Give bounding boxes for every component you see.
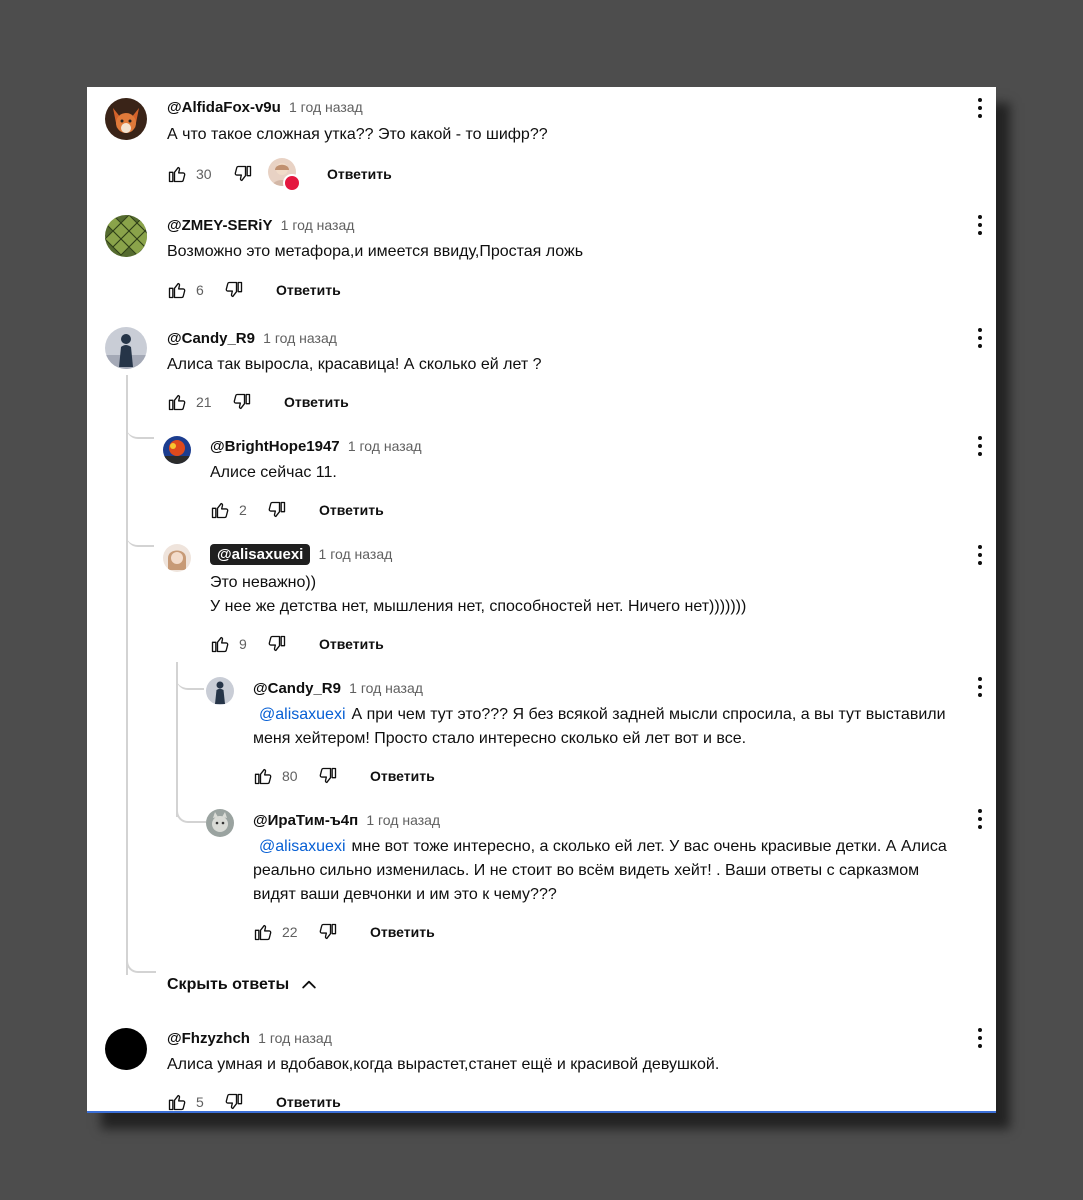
comment-text: @alisaxuexi А при чем тут это??? Я без вс… (259, 706, 946, 723)
comment-time[interactable]: 1 год назад (281, 217, 355, 233)
mention-link[interactable]: @alisaxuexi (259, 706, 346, 723)
comment-text: А что такое сложная утка?? Это какой - т… (167, 126, 548, 143)
like-count: 9 (239, 636, 247, 652)
black-circle-avatar[interactable] (105, 1028, 147, 1070)
dislike-icon[interactable] (232, 392, 252, 412)
channel-owner-author[interactable]: @alisaxuexi (210, 544, 311, 565)
comment-time[interactable]: 1 год назад (366, 812, 440, 828)
cat-avatar[interactable] (206, 809, 234, 837)
fox-avatar[interactable] (105, 98, 147, 140)
dislike-icon[interactable] (267, 634, 287, 654)
mention-link[interactable]: @alisaxuexi (259, 838, 346, 855)
comment-text: @alisaxuexi мне вот тоже интересно, а ско… (259, 838, 947, 855)
comment-text: Возможно это метафора,и имеется ввиду,Пр… (167, 243, 584, 260)
reply-button[interactable]: Ответить (319, 502, 384, 518)
comment-text: реально сильно изменилась. И не стоит во… (253, 862, 920, 879)
reply-button[interactable]: Ответить (276, 282, 341, 298)
comment-text: Алисе сейчас 11. (210, 464, 337, 481)
comment-time[interactable]: 1 год назад (319, 546, 393, 562)
comment-author[interactable]: @Candy_R9 (253, 680, 341, 697)
comment-text: Алиса так выросла, красавица! А сколько … (167, 356, 542, 373)
silhouette-avatar[interactable] (206, 677, 234, 705)
like-icon[interactable] (253, 766, 273, 786)
like-count: 30 (196, 166, 212, 182)
comment-time[interactable]: 1 год назад (348, 438, 422, 454)
more-options-icon[interactable] (977, 215, 983, 237)
thread-connector (126, 487, 154, 547)
like-icon[interactable] (210, 634, 230, 654)
dislike-icon[interactable] (267, 500, 287, 520)
more-options-icon[interactable] (977, 809, 983, 831)
reply-button[interactable]: Ответить (370, 768, 435, 784)
like-icon[interactable] (167, 392, 187, 412)
more-options-icon[interactable] (977, 1028, 983, 1050)
thread-connector (126, 387, 154, 439)
more-options-icon[interactable] (977, 328, 983, 350)
thread-connector (126, 937, 156, 973)
dislike-icon[interactable] (318, 766, 338, 786)
comment-author[interactable]: @BrightHope1947 (210, 438, 340, 455)
like-icon[interactable] (167, 164, 187, 184)
comment-text: У нее же детства нет, мышления нет, спос… (210, 598, 747, 615)
comments-panel: @AlfidaFox-v9u 1 год назад А что такое с… (87, 87, 996, 1113)
like-count: 6 (196, 282, 204, 298)
thread-connector (176, 797, 206, 823)
dislike-icon[interactable] (318, 922, 338, 942)
comment-author[interactable]: @Candy_R9 (167, 330, 255, 347)
silhouette-avatar[interactable] (105, 327, 147, 369)
comment-time[interactable]: 1 год назад (258, 1030, 332, 1046)
comment-text: Это неважно)) (210, 574, 317, 591)
thread-line (126, 375, 128, 975)
reply-button[interactable]: Ответить (327, 166, 392, 182)
like-count: 2 (239, 502, 247, 518)
thread-connector (176, 662, 204, 690)
like-icon[interactable] (210, 500, 230, 520)
reply-button[interactable]: Ответить (319, 636, 384, 652)
like-count: 80 (282, 768, 298, 784)
comment-author[interactable]: @ИраТим-ъ4п (253, 812, 358, 829)
snake-scale-avatar[interactable] (105, 215, 147, 257)
like-count: 22 (282, 924, 298, 940)
more-options-icon[interactable] (977, 436, 983, 458)
like-icon[interactable] (167, 1092, 187, 1111)
comment-text: Алиса умная и вдобавок,когда вырастет,ст… (167, 1056, 720, 1073)
dislike-icon[interactable] (233, 164, 253, 184)
comment-author[interactable]: @Fhzyzhch (167, 1030, 250, 1047)
comment-time[interactable]: 1 год назад (289, 99, 363, 115)
more-options-icon[interactable] (977, 545, 983, 567)
like-icon[interactable] (253, 922, 273, 942)
like-count: 5 (196, 1094, 204, 1110)
comment-time[interactable]: 1 год назад (263, 330, 337, 346)
comment-text: меня хейтером! Просто стало интересно ск… (253, 730, 747, 747)
comment-author[interactable]: @ZMEY-SERiY (167, 217, 272, 234)
reply-button[interactable]: Ответить (284, 394, 349, 410)
dislike-icon[interactable] (224, 280, 244, 300)
reply-button[interactable]: Ответить (276, 1094, 341, 1110)
comment-text: видят ваши девчонки и им это к чему??? (253, 886, 557, 903)
like-icon[interactable] (167, 280, 187, 300)
more-options-icon[interactable] (977, 98, 983, 120)
more-options-icon[interactable] (977, 677, 983, 699)
girl-avatar[interactable] (163, 544, 191, 572)
like-count: 21 (196, 394, 212, 410)
comment-author[interactable]: @AlfidaFox-v9u (167, 99, 281, 116)
comment-time[interactable]: 1 год назад (349, 680, 423, 696)
hide-replies-button[interactable]: Скрыть ответы (167, 975, 319, 995)
chevron-up-icon (302, 980, 316, 989)
colorful-avatar[interactable] (163, 436, 191, 464)
hide-replies-label: Скрыть ответы (167, 976, 290, 994)
dislike-icon[interactable] (224, 1092, 244, 1111)
reply-button[interactable]: Ответить (370, 924, 435, 940)
heart-icon (283, 174, 301, 192)
